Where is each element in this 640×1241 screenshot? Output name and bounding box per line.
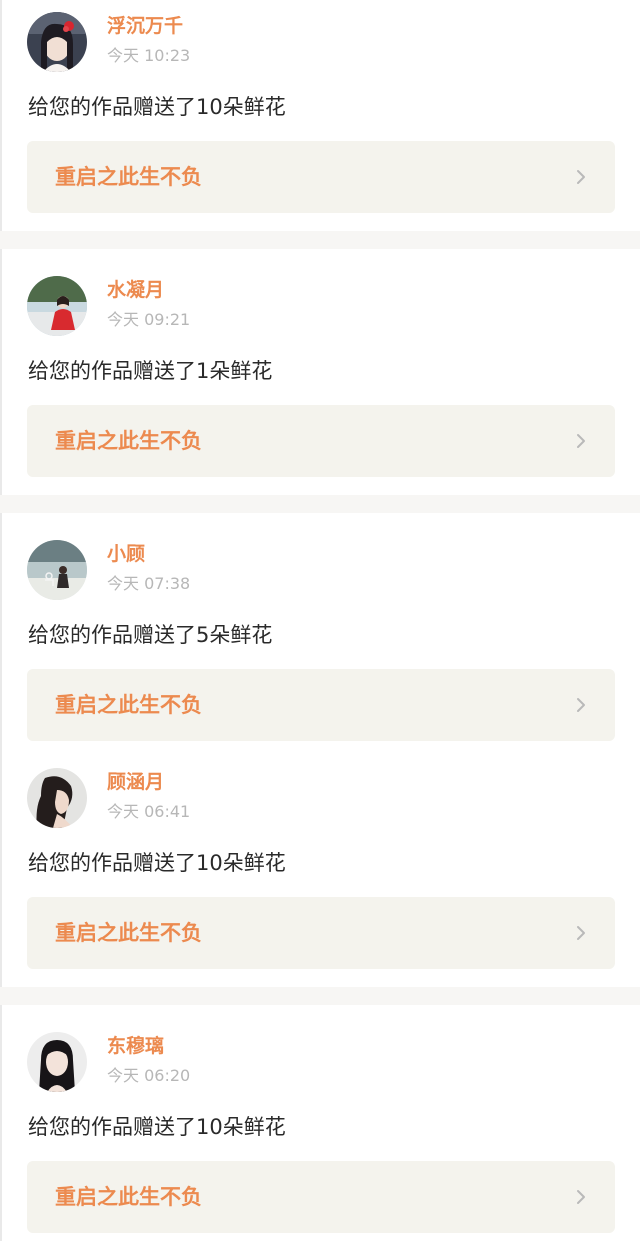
work-title: 重启之此生不负 xyxy=(55,165,202,189)
username[interactable]: 东穆璃 xyxy=(107,1034,164,1058)
chevron-right-icon xyxy=(577,1190,585,1204)
gift-message: 给您的作品赠送了5朵鲜花 xyxy=(28,623,273,647)
avatar-girl-profile-icon xyxy=(27,768,87,828)
timestamp: 今天 09:21 xyxy=(107,310,191,329)
notification-item: 水凝月 今天 09:21 给您的作品赠送了1朵鲜花 重启之此生不负 xyxy=(0,264,640,495)
notification-item: 东穆璃 今天 06:20 给您的作品赠送了10朵鲜花 重启之此生不负 xyxy=(0,1020,640,1241)
gift-message: 给您的作品赠送了10朵鲜花 xyxy=(28,1115,286,1139)
avatar-girl-dark-hair-icon xyxy=(27,1032,87,1092)
user-avatar[interactable] xyxy=(27,12,87,72)
timestamp: 今天 06:41 xyxy=(107,802,191,821)
work-title: 重启之此生不负 xyxy=(55,1185,202,1209)
work-title: 重启之此生不负 xyxy=(55,693,202,717)
work-link-card[interactable]: 重启之此生不负 xyxy=(27,1161,615,1233)
gift-message: 给您的作品赠送了1朵鲜花 xyxy=(28,359,273,383)
username[interactable]: 顾涵月 xyxy=(107,770,164,794)
gift-notification-feed: 浮沉万千 今天 10:23 给您的作品赠送了10朵鲜花 重启之此生不负 水凝月 … xyxy=(0,0,640,1241)
gift-message: 给您的作品赠送了10朵鲜花 xyxy=(28,95,286,119)
notification-item: 浮沉万千 今天 10:23 给您的作品赠送了10朵鲜花 重启之此生不负 xyxy=(0,0,640,231)
avatar-seaside-scene-icon xyxy=(27,540,87,600)
notification-item: 小顾 今天 07:38 给您的作品赠送了5朵鲜花 重启之此生不负 xyxy=(0,528,640,758)
section-divider xyxy=(0,495,640,513)
avatar-girl-red-flower-icon xyxy=(27,12,87,72)
user-avatar[interactable] xyxy=(27,1032,87,1092)
username[interactable]: 小顾 xyxy=(107,542,145,566)
section-divider xyxy=(0,231,640,249)
user-avatar[interactable] xyxy=(27,276,87,336)
work-title: 重启之此生不负 xyxy=(55,429,202,453)
timestamp: 今天 10:23 xyxy=(107,46,191,65)
section-divider xyxy=(0,987,640,1005)
work-link-card[interactable]: 重启之此生不负 xyxy=(27,405,615,477)
user-avatar[interactable] xyxy=(27,540,87,600)
avatar-girl-red-dress-lake-icon xyxy=(27,276,87,336)
chevron-right-icon xyxy=(577,170,585,184)
timestamp: 今天 06:20 xyxy=(107,1066,191,1085)
work-link-card[interactable]: 重启之此生不负 xyxy=(27,897,615,969)
work-title: 重启之此生不负 xyxy=(55,921,202,945)
work-link-card[interactable]: 重启之此生不负 xyxy=(27,141,615,213)
work-link-card[interactable]: 重启之此生不负 xyxy=(27,669,615,741)
username[interactable]: 浮沉万千 xyxy=(107,14,183,38)
notification-item: 顾涵月 今天 06:41 给您的作品赠送了10朵鲜花 重启之此生不负 xyxy=(0,756,640,987)
timestamp: 今天 07:38 xyxy=(107,574,191,593)
gift-message: 给您的作品赠送了10朵鲜花 xyxy=(28,851,286,875)
chevron-right-icon xyxy=(577,926,585,940)
chevron-right-icon xyxy=(577,698,585,712)
user-avatar[interactable] xyxy=(27,768,87,828)
chevron-right-icon xyxy=(577,434,585,448)
username[interactable]: 水凝月 xyxy=(107,278,164,302)
